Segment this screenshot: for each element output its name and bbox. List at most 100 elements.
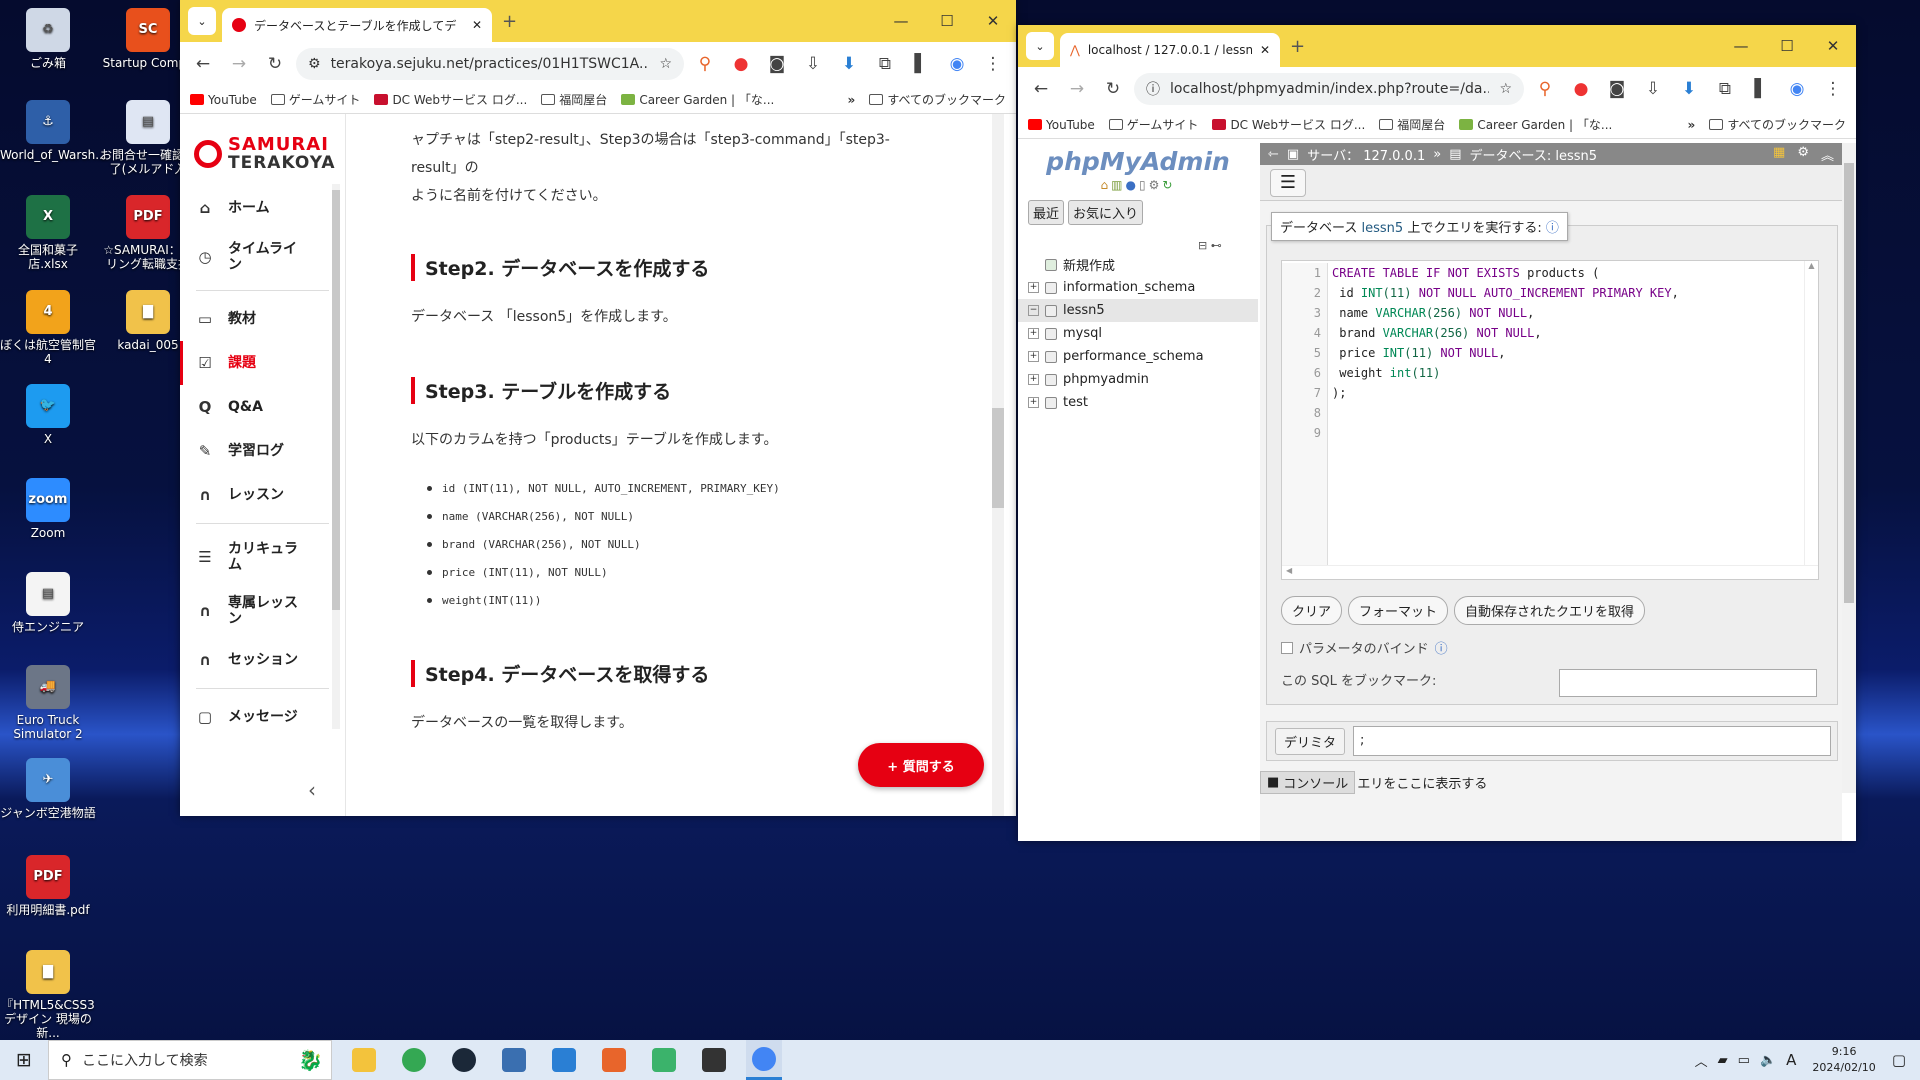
left-active-tab[interactable]: データベースとテーブルを作成してデ ✕ (222, 8, 492, 42)
notification-icon[interactable]: ▢ (1892, 1051, 1906, 1069)
settings-icon[interactable]: ⚙ (1149, 178, 1163, 192)
ime-indicator[interactable]: A (1786, 1051, 1796, 1069)
bookmark-item[interactable]: ゲームサイト (270, 91, 360, 108)
right-active-tab[interactable]: ⋀ localhost / 127.0.0.1 / lessn5 | p ✕ (1060, 33, 1280, 67)
pma-logo[interactable]: phpMyAdmin (1018, 143, 1258, 176)
help-icon[interactable]: ⓘ (1435, 638, 1448, 657)
bookmark-item[interactable]: Career Garden | 「な... (1459, 116, 1612, 133)
address-bar[interactable]: ⚙ terakoya.sejuku.net/practices/01H1TSWC… (296, 48, 684, 80)
bookmark-star-icon[interactable]: ☆ (659, 56, 672, 72)
menu-icon[interactable]: ⋮ (1818, 74, 1848, 104)
help-icon[interactable]: ⓘ (1546, 221, 1559, 236)
download-icon[interactable]: ⇩ (798, 49, 828, 79)
tree-connector-icon[interactable] (1028, 259, 1039, 270)
new-tab-button[interactable]: + (1290, 36, 1305, 57)
tree-expander-icon[interactable]: + (1028, 351, 1039, 362)
bookmark-item[interactable]: 福岡屋台 (1379, 116, 1445, 133)
tray-app-icon[interactable]: ▰ (1718, 1053, 1728, 1068)
editor-scrollbar[interactable]: ▲ (1804, 261, 1818, 565)
site-info-icon[interactable]: ⚙ (308, 56, 321, 72)
taskbar-app-button[interactable] (446, 1040, 482, 1080)
delimiter-input[interactable]: ; (1353, 726, 1831, 756)
sidebar-item[interactable]: ∩ レッスン (180, 473, 345, 517)
console-toggle[interactable]: ■ コンソール (1260, 770, 1356, 794)
tree-expander-icon[interactable]: + (1028, 374, 1039, 385)
collapse-all-icon[interactable]: ⊟ ⊷ (1198, 239, 1222, 252)
back-arrow-icon[interactable]: ⇽ (1268, 147, 1279, 162)
reload-icon[interactable]: ↻ (1098, 74, 1128, 104)
camera-icon[interactable]: ◙ (1602, 74, 1632, 104)
taskbar-app-button[interactable] (596, 1040, 632, 1080)
minimize-icon[interactable]: — (878, 0, 924, 42)
exit-icon[interactable]: ▥ (1111, 178, 1125, 192)
settings-gear-icon[interactable]: ⚙ (1797, 145, 1809, 164)
bookmark-item[interactable]: 福岡屋台 (541, 91, 607, 108)
sidebar-scrollbar[interactable] (332, 184, 340, 729)
breadcrumb-database[interactable]: データベース: lessn5 (1470, 145, 1598, 164)
desktop-shortcut[interactable]: ▇ 『HTML5&CSS3デザイン 現場の新... (0, 950, 96, 1040)
tree-item[interactable]: + information_schema (1018, 276, 1258, 299)
favorites-tab[interactable]: お気に入り (1068, 200, 1144, 225)
site-info-icon[interactable]: ⓘ (1146, 79, 1160, 99)
all-bookmarks-folder[interactable]: すべてのブックマーク (869, 91, 1006, 108)
reload-nav-icon[interactable]: ↻ (1162, 178, 1175, 192)
forward-icon[interactable]: → (1062, 74, 1092, 104)
tab-search-icon[interactable]: ⌄ (1026, 32, 1054, 60)
volume-icon[interactable]: 🔈 (1760, 1053, 1776, 1068)
bookmark-item[interactable]: DC Webサービス ログ... (374, 91, 527, 108)
sidebar-item[interactable]: ◷ タイムライン (180, 230, 345, 284)
tree-item[interactable]: + test (1018, 391, 1258, 414)
sidepanel-icon[interactable]: ▌ (1746, 74, 1776, 104)
bind-params-checkbox[interactable] (1281, 641, 1293, 654)
docs-icon[interactable]: ▯ (1139, 178, 1149, 192)
desktop-shortcut[interactable]: PDF 利用明細書.pdf (0, 855, 96, 917)
network-icon[interactable]: ▭ (1738, 1053, 1750, 1068)
sidebar-item[interactable]: Q Q&A (180, 385, 345, 429)
start-windows-icon[interactable]: ⊞ (0, 1040, 48, 1080)
tab-close-icon[interactable]: ✕ (1260, 43, 1270, 57)
download-icon[interactable]: ⇩ (1638, 74, 1668, 104)
sidebar-item[interactable]: ⌂ ホーム (180, 186, 345, 230)
ask-question-button[interactable]: + 質問する (858, 743, 984, 787)
download-blue-icon[interactable]: ⬇ (834, 49, 864, 79)
tree-expander-icon[interactable]: + (1028, 397, 1039, 408)
clock[interactable]: 9:16 2024/02/10 (1806, 1044, 1881, 1076)
taskbar-app-button[interactable] (346, 1040, 382, 1080)
bookmark-item[interactable]: YouTube (190, 93, 257, 107)
recent-tab[interactable]: 最近 (1028, 200, 1065, 225)
tray-expand-icon[interactable]: ︿ (1695, 1051, 1708, 1070)
tree-expander-icon[interactable]: − (1028, 305, 1039, 316)
sidebar-item[interactable]: ▭ 教材 (180, 297, 345, 341)
help-icon[interactable]: ● (1126, 178, 1139, 192)
breadcrumb-server[interactable]: サーバ： 127.0.0.1 (1307, 145, 1425, 164)
tree-item[interactable]: + performance_schema (1018, 345, 1258, 368)
pma-scrollbar[interactable] (1842, 143, 1856, 793)
taskbar-app-button[interactable] (396, 1040, 432, 1080)
desktop-shortcut[interactable]: 4 ぼくは航空管制官4 (0, 290, 96, 366)
tree-item[interactable]: − lessn5 (1018, 299, 1258, 322)
maximize-icon[interactable]: ☐ (924, 0, 970, 42)
record-icon[interactable]: ● (726, 49, 756, 79)
reload-icon[interactable]: ↻ (260, 49, 290, 79)
minimize-icon[interactable]: — (1718, 25, 1764, 67)
download-blue-icon[interactable]: ⬇ (1674, 74, 1704, 104)
bookmark-item[interactable]: YouTube (1028, 118, 1095, 132)
bookmark-item[interactable]: ゲームサイト (1108, 116, 1198, 133)
taskbar-app-button[interactable] (496, 1040, 532, 1080)
all-bookmarks-folder[interactable]: すべてのブックマーク (1709, 116, 1846, 133)
sql-editor[interactable]: 1 2 3 4 5 6 7 8 9 CREATE TABLE IF NOT EXISTS pro… (1281, 260, 1819, 580)
sidebar-item[interactable]: ☑ 課題 (180, 341, 345, 385)
extensions-icon[interactable]: ⧉ (1710, 74, 1740, 104)
collapse-icon[interactable]: ︽ (1821, 145, 1834, 164)
tree-expander-icon[interactable]: + (1028, 328, 1039, 339)
profile-avatar-icon[interactable]: ◉ (1782, 74, 1812, 104)
get-autosaved-query-button[interactable]: 自動保存されたクエリを取得 (1454, 596, 1646, 625)
back-icon[interactable]: ← (1026, 74, 1056, 104)
address-bar[interactable]: ⓘ localhost/phpmyadmin/index.php?route=/… (1134, 73, 1524, 105)
extension-key-icon[interactable]: ⚲ (690, 49, 720, 79)
bookmark-item[interactable]: Career Garden | 「な... (621, 91, 774, 108)
back-icon[interactable]: ← (188, 49, 218, 79)
forward-icon[interactable]: → (224, 49, 254, 79)
tree-item[interactable]: + mysql (1018, 322, 1258, 345)
desktop-shortcut[interactable]: 🐦 X (0, 384, 96, 446)
